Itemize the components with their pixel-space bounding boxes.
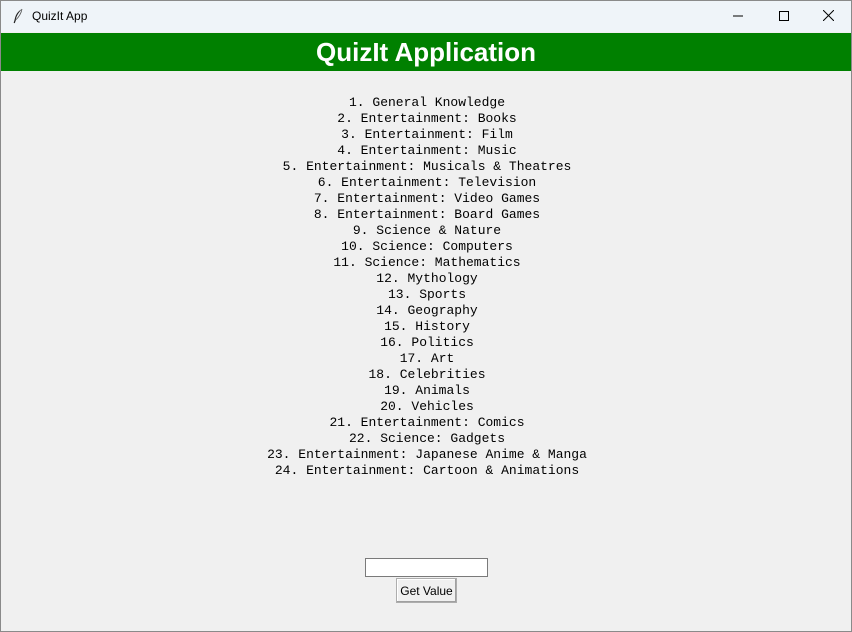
list-item: 23. Entertainment: Japanese Anime & Mang… [267, 447, 587, 462]
get-value-button[interactable]: Get Value [396, 578, 457, 603]
list-item: 1. General Knowledge [348, 95, 506, 110]
category-list: 1. General Knowledge 2. Entertainment: B… [1, 95, 851, 479]
minimize-icon [733, 8, 743, 26]
list-item: 4. Entertainment: Music [337, 143, 517, 158]
title-bar[interactable]: QuizIt App [1, 1, 851, 32]
maximize-button[interactable] [761, 1, 807, 32]
list-item: 9. Science & Nature [352, 223, 502, 238]
list-item: 14. Geography [376, 303, 478, 318]
list-item: 7. Entertainment: Video Games [313, 191, 541, 206]
minimize-button[interactable] [715, 1, 761, 32]
list-item: 15. History [384, 319, 470, 334]
list-item: 17. Art [399, 351, 455, 366]
window-title: QuizIt App [32, 9, 88, 23]
feather-icon [12, 8, 24, 24]
list-item: 11. Science: Mathematics [333, 255, 521, 270]
header-banner: QuizIt Application [1, 33, 851, 71]
list-item: 19. Animals [384, 383, 470, 398]
list-item: 12. Mythology [376, 271, 478, 286]
list-item: 21. Entertainment: Comics [329, 415, 525, 430]
list-item: 18. Celebrities [368, 367, 486, 382]
list-item: 24. Entertainment: Cartoon & Animations [274, 463, 580, 478]
list-item: 10. Science: Computers [341, 239, 513, 254]
list-item: 13. Sports [387, 287, 466, 302]
list-item: 20. Vehicles [380, 399, 474, 414]
list-item: 22. Science: Gadgets [348, 431, 506, 446]
list-item: 2. Entertainment: Books [337, 111, 517, 126]
list-item: 16. Politics [380, 335, 474, 350]
close-button[interactable] [805, 1, 851, 32]
list-item: 8. Entertainment: Board Games [313, 207, 541, 222]
close-icon [822, 8, 834, 26]
app-window: QuizIt App QuizIt Application 1. General… [0, 0, 852, 632]
page-title: QuizIt Application [315, 36, 537, 67]
category-input[interactable] [365, 558, 488, 577]
list-item: 5. Entertainment: Musicals & Theatres [282, 159, 572, 174]
maximize-icon [779, 8, 789, 26]
list-item: 6. Entertainment: Television [317, 175, 537, 190]
list-item: 3. Entertainment: Film [341, 127, 513, 142]
